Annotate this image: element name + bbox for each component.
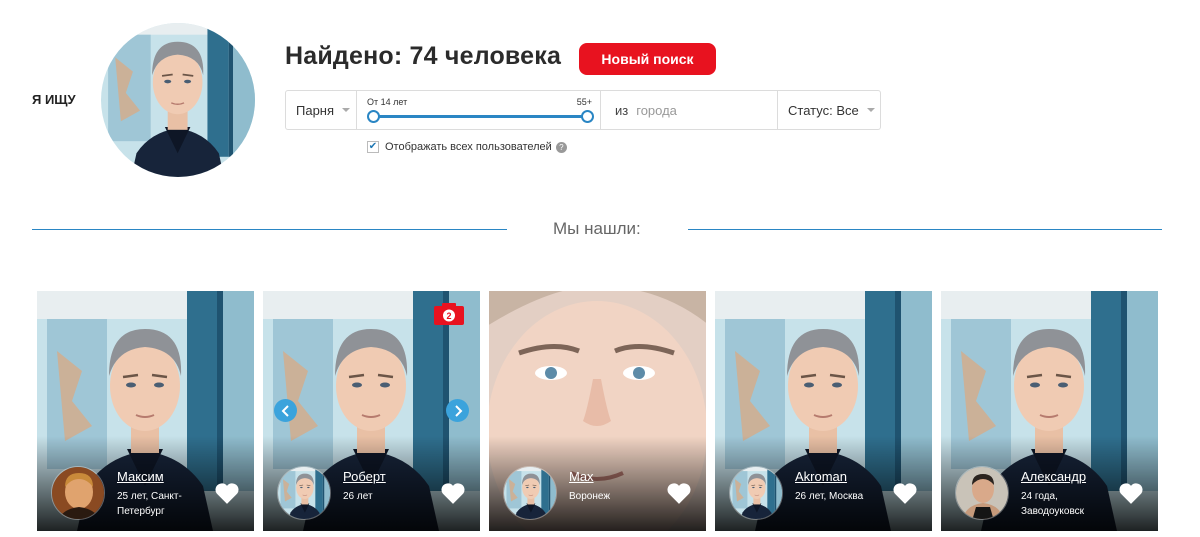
profile-name-link[interactable]: Александр — [1021, 469, 1086, 484]
profile-name-link[interactable]: Akroman — [795, 469, 847, 484]
chevron-down-icon — [866, 108, 875, 112]
avatar[interactable] — [955, 466, 1009, 520]
profile-card[interactable]: Александр 24 года, Заводоуковск — [941, 291, 1158, 531]
chevron-left-icon — [281, 404, 289, 417]
chevron-right-icon — [454, 404, 462, 417]
age-max-label: 55+ — [576, 97, 592, 107]
profile-card[interactable]: Максим 25 лет, Санкт-Петербург — [37, 291, 254, 531]
divider-left — [32, 229, 507, 230]
new-search-button[interactable]: Новый поиск — [579, 43, 716, 75]
avatar[interactable] — [277, 466, 331, 520]
profile-name-link[interactable]: Максим — [117, 469, 164, 484]
divider-right — [688, 229, 1162, 230]
heart-icon[interactable] — [892, 481, 918, 505]
status-select[interactable]: Статус: Все — [778, 91, 880, 129]
profile-info: 26 лет — [343, 491, 373, 502]
age-min-label: От 14 лет — [367, 97, 408, 107]
show-all-checkbox[interactable]: ✔ — [367, 141, 379, 153]
profile-info: 24 года, Заводоуковск — [1021, 491, 1085, 517]
section-title: Мы нашли: — [553, 219, 641, 238]
heart-icon[interactable] — [1118, 481, 1144, 505]
next-photo-button[interactable] — [446, 399, 469, 422]
gender-select-value: Парня — [296, 102, 335, 118]
profile-name-link[interactable]: Роберт — [343, 469, 386, 484]
show-all-users-option: ✔ Отображать всех пользователей ? — [367, 141, 567, 153]
profile-info: 26 лет, Москва — [795, 491, 864, 502]
user-avatar[interactable] — [101, 23, 255, 177]
profile-card[interactable]: Max Воронеж — [489, 291, 706, 531]
status-select-value: Статус: Все — [788, 102, 859, 118]
filter-bar: Парня От 14 лет 55+ из Статус: Все — [285, 90, 881, 130]
age-range-slider[interactable]: От 14 лет 55+ — [357, 91, 601, 129]
profile-card[interactable]: Akroman 26 лет, Москва — [715, 291, 932, 531]
avatar[interactable] — [51, 466, 105, 520]
heart-icon[interactable] — [214, 481, 240, 505]
heart-icon[interactable] — [666, 481, 692, 505]
slider-track — [373, 115, 585, 118]
photo-count-badge: 2 — [434, 303, 464, 325]
help-icon[interactable]: ? — [555, 141, 567, 153]
profile-info: 25 лет, Санкт-Петербург — [117, 491, 182, 517]
heart-icon[interactable] — [440, 481, 466, 505]
avatar[interactable] — [503, 466, 557, 520]
gender-select[interactable]: Парня — [286, 91, 357, 129]
profile-card[interactable]: 2 Роберт 26 лет — [263, 291, 480, 531]
slider-handle-max[interactable] — [581, 110, 594, 123]
city-filter: из — [601, 91, 778, 129]
profile-info: Воронеж — [569, 491, 611, 502]
prev-photo-button[interactable] — [274, 399, 297, 422]
chevron-down-icon — [342, 108, 351, 112]
photo-count: 2 — [446, 311, 451, 321]
results-count: Найдено: 74 человека — [285, 42, 562, 70]
show-all-label: Отображать всех пользователей — [385, 141, 552, 153]
profile-name-link[interactable]: Max — [569, 469, 594, 484]
city-prefix: из — [615, 102, 629, 118]
avatar[interactable] — [729, 466, 783, 520]
search-label: Я ИЩУ — [32, 92, 76, 107]
city-input[interactable] — [636, 102, 757, 118]
slider-handle-min[interactable] — [367, 110, 380, 123]
